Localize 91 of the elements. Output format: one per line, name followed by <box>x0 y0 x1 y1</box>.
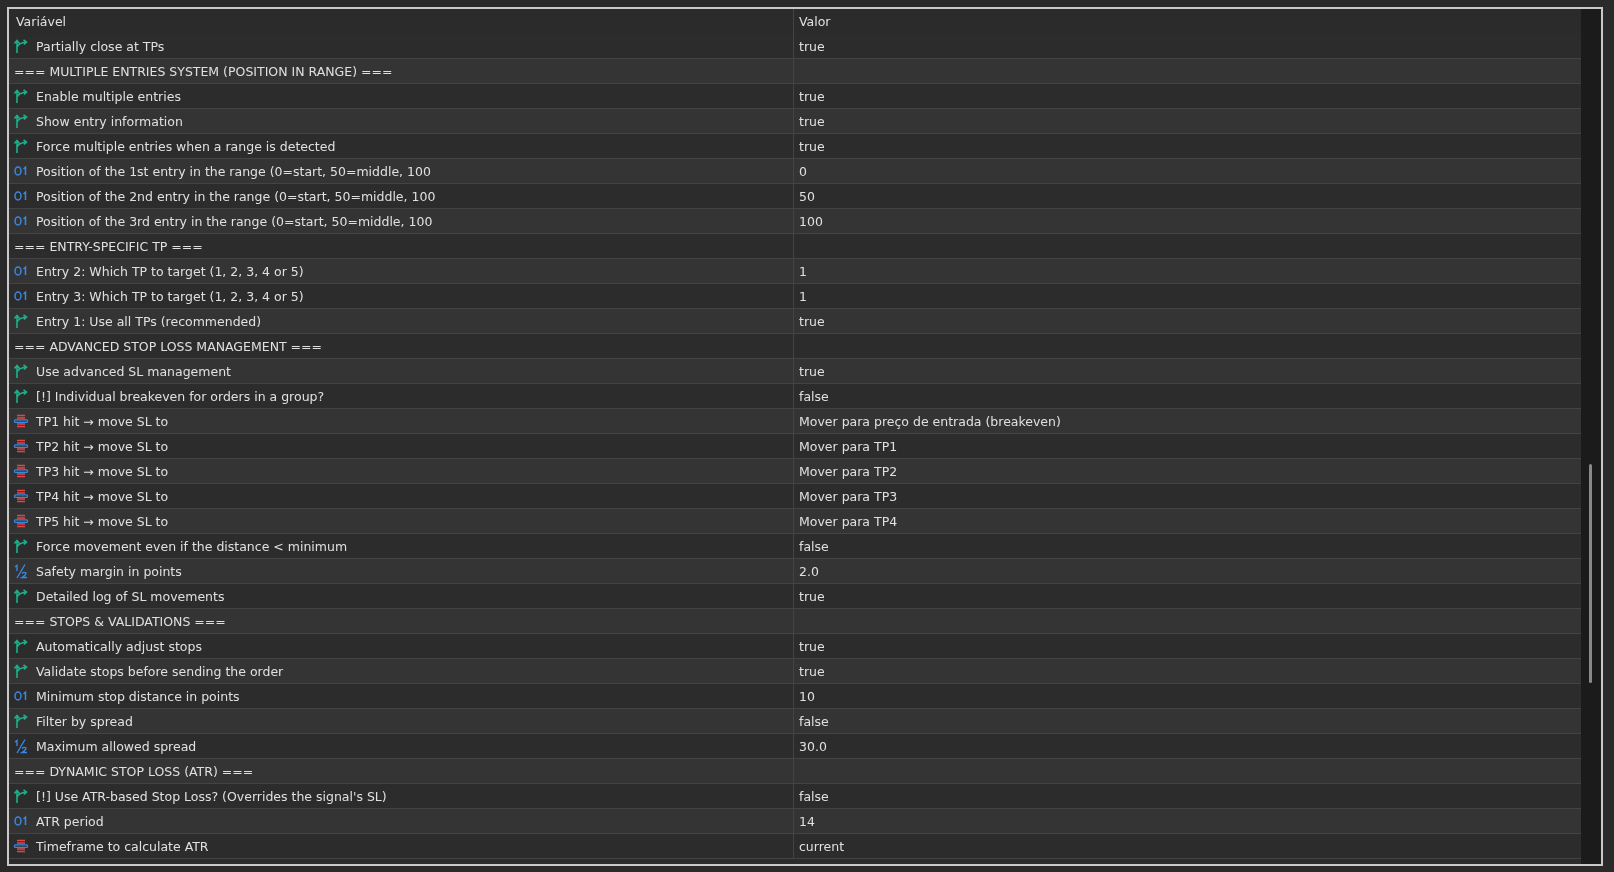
parameter-value[interactable]: 10 <box>799 688 815 704</box>
column-header: Valor <box>798 13 832 31</box>
parameter-name: Force multiple entries when a range is detected <box>36 138 336 154</box>
parameter-name: Partially close at TPs <box>36 38 165 54</box>
parameter-value[interactable]: false <box>799 713 829 729</box>
parameter-name: ATR period <box>36 813 104 829</box>
parameter-value[interactable]: current <box>799 838 845 854</box>
list-icon <box>13 513 29 529</box>
integer-icon <box>13 688 29 704</box>
toggle-arrows-icon <box>13 88 29 104</box>
toggle-arrows-icon <box>13 388 29 404</box>
parameter-name: TP3 hit → move SL to <box>36 463 169 479</box>
toggle-arrows-icon <box>13 313 29 329</box>
parameter-name: Position of the 2nd entry in the range (0=start, 50=middle, 100 <box>36 188 436 204</box>
toggle-arrows-icon <box>13 588 29 604</box>
integer-icon <box>13 213 29 229</box>
parameter-value[interactable]: 1 <box>799 263 807 279</box>
section-heading: === ENTRY-SPECIFIC TP === <box>13 238 203 254</box>
parameter-value[interactable]: 100 <box>799 213 823 229</box>
toggle-arrows-icon <box>13 663 29 679</box>
section-heading: === MULTIPLE ENTRIES SYSTEM (POSITION IN RANGE) === <box>13 63 393 79</box>
section-heading: === STOPS & VALIDATIONS === <box>13 613 226 629</box>
parameter-value[interactable]: true <box>799 113 825 129</box>
parameter-name: Entry 2: Which TP to target (1, 2, 3, 4 or 5) <box>36 263 304 279</box>
parameter-value[interactable]: 1 <box>799 288 807 304</box>
parameter-value[interactable]: true <box>799 588 825 604</box>
list-icon <box>13 463 29 479</box>
parameter-value[interactable]: true <box>799 638 825 654</box>
integer-icon <box>13 163 29 179</box>
fraction-icon <box>13 563 29 579</box>
toggle-arrows-icon <box>13 38 29 54</box>
parameter-value[interactable]: true <box>799 313 825 329</box>
section-heading: === ADVANCED STOP LOSS MANAGEMENT === <box>13 338 322 354</box>
parameter-name: Entry 1: Use all TPs (recommended) <box>36 313 262 329</box>
parameter-name: Show entry information <box>36 113 183 129</box>
parameter-value[interactable]: false <box>799 538 829 554</box>
fraction-icon <box>13 738 29 754</box>
list-icon <box>13 413 29 429</box>
toggle-arrows-icon <box>13 138 29 154</box>
toggle-arrows-icon <box>13 538 29 554</box>
parameter-name: TP4 hit → move SL to <box>36 488 169 504</box>
parameter-value[interactable]: Mover para TP2 <box>799 463 898 479</box>
parameter-value[interactable]: false <box>799 388 829 404</box>
parameter-value[interactable]: Mover para preço de entrada (breakeven) <box>799 413 1061 429</box>
parameter-name: Enable multiple entries <box>36 88 181 104</box>
parameter-name: Timeframe to calculate ATR <box>36 838 209 854</box>
parameter-name: TP5 hit → move SL to <box>36 513 169 529</box>
parameter-name: Filter by spread <box>36 713 133 729</box>
parameter-value[interactable]: Mover para TP3 <box>799 488 898 504</box>
parameter-value[interactable]: 0 <box>799 163 807 179</box>
parameter-name: Detailed log of SL movements <box>36 588 225 604</box>
scrollbar-thumb[interactable] <box>1589 464 1592 683</box>
parameter-value[interactable]: false <box>799 788 829 804</box>
parameter-name: Automatically adjust stops <box>36 638 202 654</box>
parameter-value[interactable]: true <box>799 363 825 379</box>
parameter-name: [!] Individual breakeven for orders in a group? <box>36 388 325 404</box>
parameter-value[interactable]: true <box>799 663 825 679</box>
parameter-name: Position of the 3rd entry in the range (0=start, 50=middle, 100 <box>36 213 433 229</box>
parameter-name: Safety margin in points <box>36 563 182 579</box>
parameter-name: TP2 hit → move SL to <box>36 438 169 454</box>
parameter-name: Validate stops before sending the order <box>36 663 284 679</box>
integer-icon <box>13 263 29 279</box>
parameter-name: TP1 hit → move SL to <box>36 413 169 429</box>
integer-icon <box>13 813 29 829</box>
toggle-arrows-icon <box>13 113 29 129</box>
toggle-arrows-icon <box>13 638 29 654</box>
list-icon <box>13 488 29 504</box>
parameter-name: [!] Use ATR-based Stop Loss? (Overrides the signal's SL) <box>36 788 387 804</box>
integer-icon <box>13 288 29 304</box>
parameter-name: Use advanced SL management <box>36 363 231 379</box>
parameter-value[interactable]: true <box>799 88 825 104</box>
parameter-name: Maximum allowed spread <box>36 738 197 754</box>
toggle-arrows-icon <box>13 363 29 379</box>
toggle-arrows-icon <box>13 788 29 804</box>
parameter-value[interactable]: 14 <box>799 813 815 829</box>
parameter-value[interactable]: 50 <box>799 188 815 204</box>
list-icon <box>13 838 29 854</box>
parameter-value[interactable]: true <box>799 38 825 54</box>
toggle-arrows-icon <box>13 713 29 729</box>
list-icon <box>13 438 29 454</box>
parameter-name: Entry 3: Which TP to target (1, 2, 3, 4 or 5) <box>36 288 304 304</box>
parameter-name: Force movement even if the distance < minimum <box>36 538 348 554</box>
parameter-name: Minimum stop distance in points <box>36 688 240 704</box>
parameter-name: Position of the 1st entry in the range (0=start, 50=middle, 100 <box>36 163 431 179</box>
parameter-value[interactable]: true <box>799 138 825 154</box>
integer-icon <box>13 188 29 204</box>
parameter-value[interactable]: 30.0 <box>799 738 827 754</box>
parameter-value[interactable]: Mover para TP1 <box>799 438 898 454</box>
parameter-value[interactable]: Mover para TP4 <box>799 513 898 529</box>
section-heading: === DYNAMIC STOP LOSS (ATR) === <box>13 763 254 779</box>
parameter-value[interactable]: 2.0 <box>799 563 819 579</box>
